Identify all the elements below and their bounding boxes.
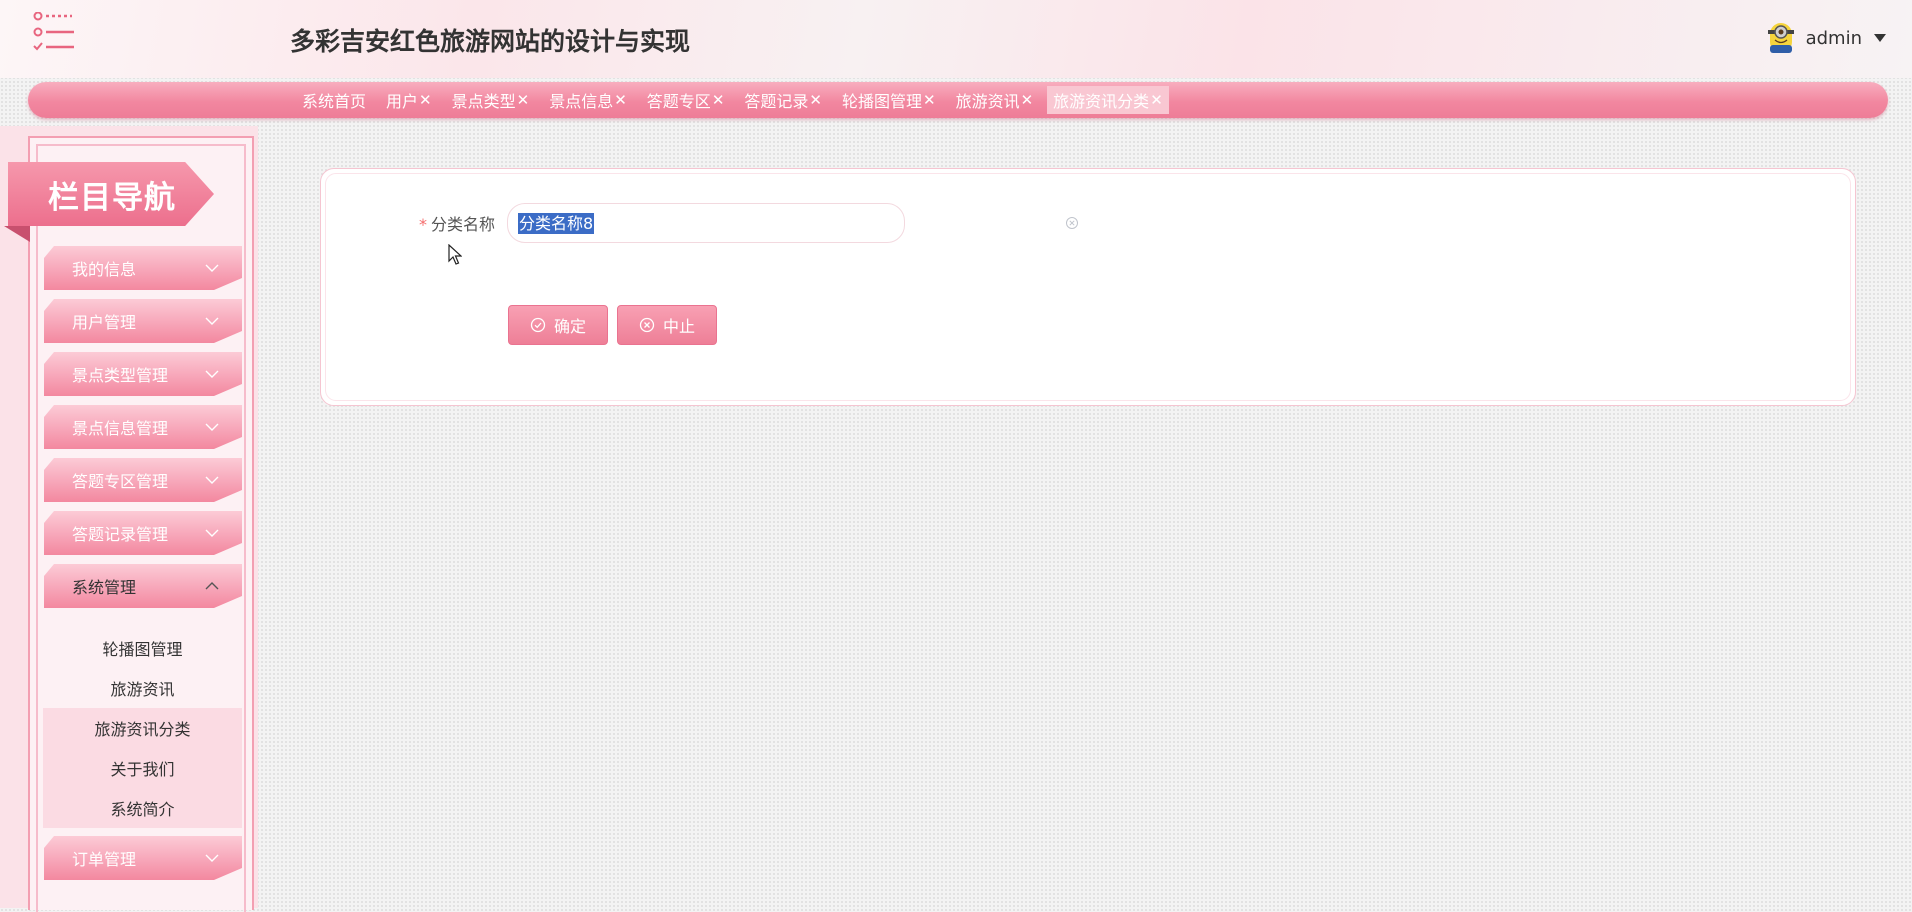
tab-item[interactable]: 旅游资讯 ✕ bbox=[950, 86, 1040, 114]
mouse-cursor-icon bbox=[448, 244, 462, 265]
sidebar-nav-item[interactable]: 系统管理 bbox=[44, 564, 242, 608]
abort-label: 中止 bbox=[662, 317, 695, 336]
tab-label[interactable]: 轮播图管理 bbox=[842, 88, 922, 112]
tab-item[interactable]: 用户 ✕ bbox=[380, 86, 438, 114]
tab-close-icon[interactable]: ✕ bbox=[517, 91, 530, 109]
tab-close-icon[interactable]: ✕ bbox=[809, 91, 822, 109]
user-menu[interactable]: admin bbox=[1766, 20, 1886, 56]
tab-item[interactable]: 景点类型 ✕ bbox=[446, 86, 536, 114]
tabs-bar: 系统首页 用户 ✕ 景点类型 ✕ 景点信息 ✕ 答题专区 ✕ 答题记录 ✕ 轮播图管理 ✕ 旅游资讯 ✕ 旅游… bbox=[28, 82, 1888, 118]
submenu-item[interactable]: 旅游资讯分类 bbox=[43, 708, 242, 748]
chevron-down-icon bbox=[204, 853, 220, 863]
chevron-down-icon[interactable] bbox=[1874, 34, 1886, 42]
chevron-down-icon bbox=[204, 316, 220, 326]
tab-label[interactable]: 景点类型 bbox=[452, 88, 516, 112]
chevron-down-icon bbox=[204, 528, 220, 538]
tab-close-icon[interactable]: ✕ bbox=[1150, 91, 1163, 109]
sidebar-nav-label: 答题专区管理 bbox=[72, 472, 169, 491]
required-mark: * bbox=[419, 215, 427, 234]
sidebar-nav-item[interactable]: 景点类型管理 bbox=[44, 352, 242, 396]
tab-item[interactable]: 答题记录 ✕ bbox=[738, 86, 828, 114]
input-value[interactable]: 分类名称8 bbox=[518, 213, 595, 234]
close-circle-icon bbox=[639, 317, 655, 333]
avatar bbox=[1767, 23, 1794, 53]
chevron-down-icon bbox=[204, 422, 220, 432]
top-header: 多彩吉安红色旅游网站的设计与实现 admin bbox=[0, 0, 1912, 78]
clear-icon[interactable] bbox=[1065, 216, 1079, 230]
tab-item[interactable]: 旅游资讯分类 ✕ bbox=[1047, 86, 1169, 114]
form-card: * 分类名称 分类名称8 确定 中止 bbox=[320, 168, 1856, 406]
menu-toggle-icon[interactable] bbox=[28, 12, 78, 52]
tab-close-icon[interactable]: ✕ bbox=[1021, 91, 1034, 109]
tab-label[interactable]: 答题记录 bbox=[744, 88, 808, 112]
sidebar-nav-item[interactable]: 用户管理 bbox=[44, 299, 242, 343]
sidebar-nav-label: 景点信息管理 bbox=[72, 419, 169, 438]
submenu-item[interactable]: 系统简介 bbox=[43, 788, 242, 828]
sidebar-nav-item[interactable]: 答题记录管理 bbox=[44, 511, 242, 555]
tab-item[interactable]: 轮播图管理 ✕ bbox=[836, 86, 942, 114]
chevron-down-icon bbox=[204, 263, 220, 273]
tab-label[interactable]: 答题专区 bbox=[647, 88, 711, 112]
tab-close-icon[interactable]: ✕ bbox=[923, 91, 936, 109]
user-name[interactable]: admin bbox=[1806, 28, 1862, 49]
submenu-item[interactable]: 轮播图管理 bbox=[43, 628, 242, 668]
submenu-item[interactable]: 旅游资讯 bbox=[43, 668, 242, 708]
chevron-up-icon bbox=[204, 581, 220, 591]
tab-close-icon[interactable]: ✕ bbox=[419, 91, 432, 109]
category-name-input[interactable]: 分类名称8 bbox=[507, 203, 905, 243]
sidebar-nav-label: 我的信息 bbox=[72, 260, 137, 279]
tab-item[interactable]: 景点信息 ✕ bbox=[543, 86, 633, 114]
tab-close-icon[interactable]: ✕ bbox=[712, 91, 725, 109]
field-label: * 分类名称 bbox=[419, 211, 495, 235]
sidebar-nav-label: 订单管理 bbox=[72, 850, 137, 869]
chevron-down-icon bbox=[204, 369, 220, 379]
sidebar-nav-item[interactable]: 答题专区管理 bbox=[44, 458, 242, 502]
confirm-label: 确定 bbox=[553, 317, 586, 336]
confirm-button[interactable]: 确定 bbox=[508, 305, 608, 345]
tab-item[interactable]: 系统首页 bbox=[296, 86, 372, 114]
tab-label[interactable]: 系统首页 bbox=[302, 88, 366, 112]
sidebar-nav-label: 答题记录管理 bbox=[72, 525, 169, 544]
tab-label[interactable]: 用户 bbox=[386, 88, 418, 112]
app-title: 多彩吉安红色旅游网站的设计与实现 bbox=[290, 27, 691, 56]
sidebar-nav-item[interactable]: 景点信息管理 bbox=[44, 405, 242, 449]
sidebar-nav-label: 景点类型管理 bbox=[72, 366, 169, 385]
chevron-down-icon bbox=[204, 475, 220, 485]
sidebar-heading: 栏目导航 bbox=[8, 162, 214, 226]
tab-item[interactable]: 答题专区 ✕ bbox=[641, 86, 731, 114]
submenu-item[interactable]: 关于我们 bbox=[43, 748, 242, 788]
field-label-text: 分类名称 bbox=[431, 215, 496, 234]
tab-label[interactable]: 旅游资讯 bbox=[956, 88, 1020, 112]
sidebar-nav-label: 用户管理 bbox=[72, 313, 137, 332]
tab-list: 系统首页 用户 ✕ 景点类型 ✕ 景点信息 ✕ 答题专区 ✕ 答题记录 ✕ 轮播图管理 ✕ 旅游资讯 ✕ 旅游… bbox=[296, 82, 1177, 118]
sidebar-nav-item[interactable]: 订单管理 bbox=[44, 836, 242, 880]
check-circle-icon bbox=[530, 317, 546, 333]
sidebar-nav-label: 系统管理 bbox=[72, 578, 137, 597]
tab-label[interactable]: 景点信息 bbox=[549, 88, 613, 112]
tab-close-icon[interactable]: ✕ bbox=[614, 91, 627, 109]
submenu-system: 轮播图管理 旅游资讯 旅游资讯分类 关于我们 系统简介 bbox=[43, 628, 242, 828]
tab-label[interactable]: 旅游资讯分类 bbox=[1053, 88, 1149, 112]
ribbon-fold bbox=[4, 226, 30, 242]
abort-button[interactable]: 中止 bbox=[617, 305, 717, 345]
sidebar-nav-item[interactable]: 我的信息 bbox=[44, 246, 242, 290]
